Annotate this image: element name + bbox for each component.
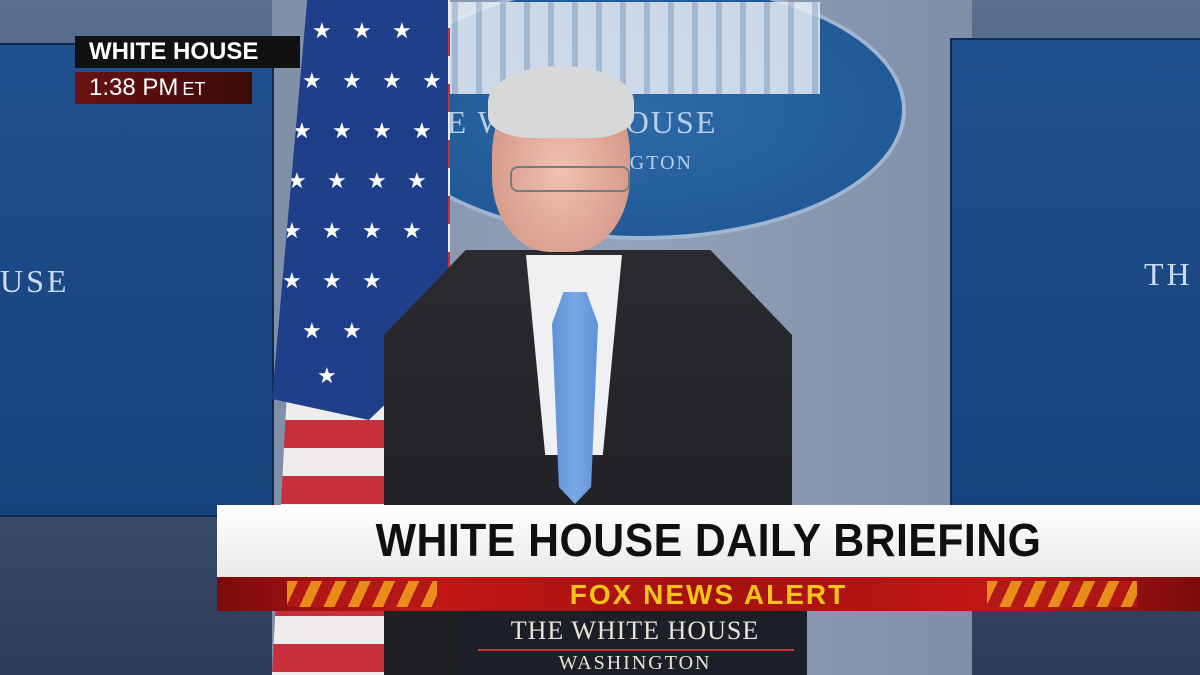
star-icon: ★ xyxy=(382,68,402,93)
star-icon: ★ xyxy=(342,68,362,93)
star-icon: ★ xyxy=(362,218,382,243)
timezone-value: ET xyxy=(182,79,206,99)
time-value: 1:38 PM xyxy=(89,74,179,101)
speaker-hair xyxy=(488,66,634,138)
star-icon: ★ xyxy=(362,268,382,293)
star-icon: ★ xyxy=(402,218,422,243)
star-icon: ★ xyxy=(342,318,362,343)
alert-bar: FOX NEWS ALERT xyxy=(217,577,1200,611)
star-icon: ★ xyxy=(282,268,302,293)
star-icon: ★ xyxy=(317,363,337,388)
left-screen: USE xyxy=(0,45,272,515)
star-icon: ★ xyxy=(367,168,387,193)
speaker-tie xyxy=(552,292,598,504)
podium-divider xyxy=(478,649,794,651)
star-icon: ★ xyxy=(392,18,412,43)
speaker-glasses xyxy=(510,166,630,192)
star-icon: ★ xyxy=(327,168,347,193)
star-icon: ★ xyxy=(332,118,352,143)
star-icon: ★ xyxy=(322,268,342,293)
star-icon: ★ xyxy=(422,68,442,93)
podium-text-line2: WASHINGTON xyxy=(558,652,712,674)
time-label: 1:38 PM ET xyxy=(75,72,252,104)
right-screen-text: TH xyxy=(1144,256,1193,292)
star-icon: ★ xyxy=(302,318,322,343)
right-screen: TH xyxy=(952,40,1200,510)
star-icon: ★ xyxy=(322,218,342,243)
star-icon: ★ xyxy=(312,18,332,43)
alert-label: FOX NEWS ALERT xyxy=(569,579,848,610)
star-icon: ★ xyxy=(407,168,427,193)
star-icon: ★ xyxy=(372,118,392,143)
star-icon: ★ xyxy=(412,118,432,143)
left-screen-text: USE xyxy=(0,263,70,299)
headline-banner: WHITE HOUSE DAILY BRIEFING UNDERWAY xyxy=(217,505,1200,620)
location-label: WHITE HOUSE xyxy=(75,36,300,68)
star-icon: ★ xyxy=(352,18,372,43)
star-icon: ★ xyxy=(302,68,322,93)
location-time-bug: WHITE HOUSE 1:38 PM ET xyxy=(75,36,300,104)
